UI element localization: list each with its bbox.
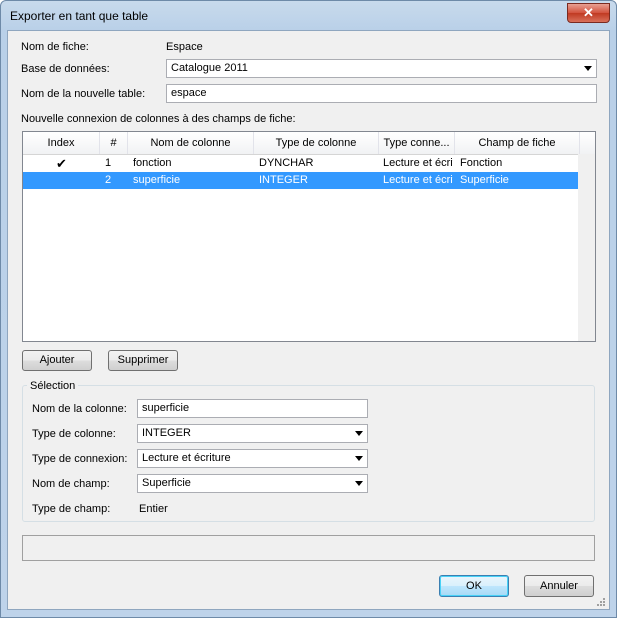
- selection-group-title: Sélection: [27, 380, 79, 392]
- status-area: [22, 535, 595, 561]
- column-list-header: Index # Nom de colonne Type de colonne T…: [23, 132, 595, 155]
- chevron-down-icon: [584, 66, 592, 71]
- row-sheet-field: Superficie: [460, 174, 509, 186]
- column-name-input[interactable]: superficie: [137, 399, 368, 418]
- sheet-name-value: Espace: [166, 41, 203, 53]
- delete-button[interactable]: Supprimer: [108, 350, 178, 371]
- column-list[interactable]: Index # Nom de colonne Type de colonne T…: [22, 131, 596, 342]
- header-connection-type[interactable]: Type conne...: [379, 132, 455, 154]
- close-icon: ✕: [583, 5, 594, 20]
- vertical-scrollbar[interactable]: [578, 154, 595, 341]
- ok-button[interactable]: OK: [439, 575, 509, 597]
- column-type-select-value: INTEGER: [142, 427, 191, 439]
- resize-grip-icon[interactable]: [596, 597, 606, 607]
- table-row[interactable]: ✔ 1 fonction DYNCHAR Lecture et écrit Fo…: [23, 155, 579, 172]
- close-button[interactable]: ✕: [567, 3, 610, 23]
- field-name-label: Nom de champ:: [32, 478, 110, 490]
- column-type-label: Type de colonne:: [32, 428, 116, 440]
- chevron-down-icon: [355, 456, 363, 461]
- window-title: Exporter en tant que table: [10, 9, 149, 23]
- field-type-label: Type de champ:: [32, 503, 111, 515]
- field-name-select[interactable]: Superficie: [137, 474, 368, 493]
- header-column-type[interactable]: Type de colonne: [254, 132, 379, 154]
- connection-type-select[interactable]: Lecture et écriture: [137, 449, 368, 468]
- connection-type-label: Type de connexion:: [32, 453, 128, 465]
- header-number[interactable]: #: [100, 132, 128, 154]
- row-connection-type: Lecture et écrit: [383, 157, 453, 169]
- row-index: [23, 172, 100, 189]
- field-type-value: Entier: [139, 503, 168, 515]
- row-number: 2: [105, 174, 112, 186]
- new-table-label: Nom de la nouvelle table:: [21, 88, 146, 100]
- column-type-select[interactable]: INTEGER: [137, 424, 368, 443]
- column-name-label: Nom de la colonne:: [32, 403, 127, 415]
- check-icon: ✔: [56, 156, 67, 171]
- row-connection-type: Lecture et écrit: [383, 174, 453, 186]
- row-column-type: INTEGER: [259, 174, 308, 186]
- row-number: 1: [105, 157, 112, 169]
- new-table-input[interactable]: espace: [166, 84, 597, 103]
- row-column-type: DYNCHAR: [259, 157, 314, 169]
- row-column-name: fonction: [133, 157, 172, 169]
- database-select-value: Catalogue 2011: [171, 62, 248, 74]
- chevron-down-icon: [355, 481, 363, 486]
- field-name-select-value: Superficie: [142, 477, 191, 489]
- add-button[interactable]: Ajouter: [22, 350, 92, 371]
- connection-type-select-value: Lecture et écriture: [142, 452, 231, 464]
- database-select[interactable]: Catalogue 2011: [166, 59, 597, 78]
- database-label: Base de données:: [21, 63, 110, 75]
- header-sheet-field[interactable]: Champ de fiche: [455, 132, 580, 154]
- cancel-button[interactable]: Annuler: [524, 575, 594, 597]
- sheet-name-label: Nom de fiche:: [21, 41, 89, 53]
- row-sheet-field: Fonction: [460, 157, 503, 169]
- chevron-down-icon: [355, 431, 363, 436]
- header-index[interactable]: Index: [23, 132, 100, 154]
- row-column-name: superficie: [133, 174, 181, 186]
- header-column-name[interactable]: Nom de colonne: [128, 132, 254, 154]
- connection-label: Nouvelle connexion de colonnes à des cha…: [21, 113, 296, 125]
- table-row-selected[interactable]: 2 superficie INTEGER Lecture et écrit Su…: [23, 172, 579, 189]
